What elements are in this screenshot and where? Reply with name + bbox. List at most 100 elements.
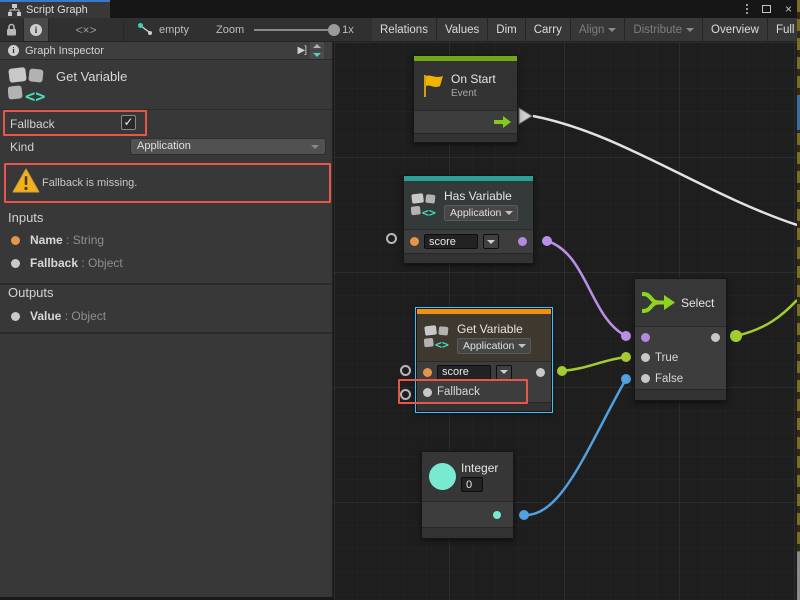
variable-kind-dropdown[interactable]: Application bbox=[457, 338, 531, 354]
variable-kind-dropdown[interactable]: Application bbox=[444, 205, 518, 221]
outputs-section-title: Outputs bbox=[8, 285, 54, 300]
fallback-input-port[interactable] bbox=[423, 388, 432, 397]
node-has-variable[interactable]: <> Has Variable Application score bbox=[403, 175, 534, 264]
align-button[interactable]: Align bbox=[571, 18, 625, 41]
lock-icon bbox=[6, 23, 17, 36]
full-screen-button[interactable]: Full Screen bbox=[768, 18, 800, 41]
node-port-row: False bbox=[635, 368, 726, 389]
node-title: Get Variable bbox=[457, 322, 531, 336]
graph-canvas[interactable]: On Start Event <> bbox=[334, 42, 797, 600]
chevron-down-icon bbox=[518, 344, 526, 348]
node-integer[interactable]: Integer 0 bbox=[421, 451, 514, 539]
tab-script-graph[interactable]: Script Graph bbox=[0, 0, 110, 18]
node-select[interactable]: Select True False bbox=[634, 278, 727, 401]
select-merge-icon bbox=[642, 289, 676, 316]
port-dot-icon bbox=[11, 312, 20, 321]
fallback-checkbox[interactable]: ✓ bbox=[121, 115, 136, 130]
tab-title: Script Graph bbox=[26, 4, 88, 16]
close-icon[interactable]: × bbox=[785, 3, 792, 15]
dim-button[interactable]: Dim bbox=[488, 18, 524, 41]
integer-output-port[interactable] bbox=[493, 511, 501, 519]
integer-value-field[interactable]: 0 bbox=[461, 477, 483, 492]
wire-select-output[interactable] bbox=[736, 300, 797, 336]
node-port-row bbox=[635, 326, 726, 347]
node-header: <> Has Variable Application bbox=[404, 181, 533, 229]
variable-name-dropdown[interactable] bbox=[483, 234, 499, 249]
inspector-toggle-button[interactable]: i bbox=[24, 18, 48, 41]
kind-dropdown[interactable]: Application bbox=[130, 138, 326, 155]
output-name: Value bbox=[30, 309, 61, 323]
true-input-port[interactable] bbox=[641, 353, 650, 362]
variables-toggle-button[interactable]: <×> bbox=[49, 18, 123, 41]
dock-panel-icon[interactable]: ▶] bbox=[298, 45, 306, 56]
node-port-row bbox=[422, 501, 513, 527]
node-title: On Start bbox=[451, 72, 496, 86]
wire-on-start[interactable] bbox=[533, 116, 797, 225]
node-on-start[interactable]: On Start Event bbox=[413, 55, 518, 143]
lock-button[interactable] bbox=[0, 18, 23, 41]
maximize-icon[interactable] bbox=[762, 5, 771, 13]
fallback-port-label: Fallback bbox=[437, 386, 480, 398]
variable-name-field[interactable]: score bbox=[437, 365, 491, 380]
spinner-up-button[interactable] bbox=[310, 42, 324, 50]
result-output-port[interactable] bbox=[518, 237, 527, 246]
graph-inspector-panel: i Graph Inspector ▶] <> Get Variable Fal… bbox=[0, 42, 333, 598]
chevron-down-icon bbox=[311, 145, 319, 149]
fallback-option-label: Fallback bbox=[10, 117, 55, 131]
wire-endpoint bbox=[621, 374, 631, 384]
input-name: Fallback bbox=[30, 256, 78, 270]
distribute-button[interactable]: Distribute bbox=[625, 18, 702, 41]
unconnected-port-ring[interactable] bbox=[400, 389, 411, 400]
wire-endpoint bbox=[621, 331, 631, 341]
graph-toolbar: i <×> empty Zoom 1x Relations Values Dim… bbox=[0, 18, 800, 42]
node-footer bbox=[404, 253, 533, 263]
wire-get-variable-to-select-true[interactable] bbox=[562, 357, 626, 371]
node-subtitle: Event bbox=[451, 88, 496, 99]
node-footer bbox=[417, 402, 551, 411]
unconnected-port-ring[interactable] bbox=[386, 233, 397, 244]
node-title: Has Variable bbox=[444, 189, 518, 203]
zoom-slider[interactable] bbox=[254, 29, 338, 31]
flow-output-port[interactable] bbox=[494, 116, 511, 128]
inspector-title: Graph Inspector bbox=[25, 45, 104, 57]
variable-icon: <> bbox=[8, 65, 50, 105]
node-header: <> Get Variable Application bbox=[417, 314, 551, 361]
output-type: : Object bbox=[65, 309, 106, 323]
spinner-down-button[interactable] bbox=[310, 51, 324, 59]
tab-bar: Script Graph × bbox=[0, 0, 800, 18]
unconnected-port-ring[interactable] bbox=[400, 365, 411, 376]
overview-button[interactable]: Overview bbox=[703, 18, 767, 41]
wire-has-variable-to-select[interactable] bbox=[547, 241, 626, 336]
menu-icon[interactable] bbox=[746, 4, 748, 14]
values-button[interactable]: Values bbox=[437, 18, 487, 41]
carry-button[interactable]: Carry bbox=[526, 18, 570, 41]
flag-icon bbox=[421, 74, 446, 98]
zoom-slider-thumb[interactable] bbox=[328, 24, 340, 36]
kind-option-label: Kind bbox=[10, 140, 34, 154]
node-port-row: score bbox=[417, 361, 551, 382]
name-input-port[interactable] bbox=[423, 368, 432, 377]
node-title: Select bbox=[681, 296, 714, 310]
port-dot-icon bbox=[11, 259, 20, 268]
value-output-port[interactable] bbox=[536, 368, 545, 377]
divider bbox=[0, 332, 332, 334]
relations-button[interactable]: Relations bbox=[372, 18, 436, 41]
graph-breadcrumb[interactable]: empty bbox=[138, 18, 189, 41]
true-port-label: True bbox=[655, 352, 678, 364]
node-header: Integer 0 bbox=[422, 452, 513, 501]
node-port-row: True bbox=[635, 347, 726, 368]
variable-name-dropdown[interactable] bbox=[496, 365, 512, 380]
selection-output-port[interactable] bbox=[711, 333, 720, 342]
chevron-down-icon bbox=[487, 240, 495, 244]
variable-name-field[interactable]: score bbox=[424, 234, 478, 249]
toolbar-buttons: Relations Values Dim Carry Align Distrib… bbox=[372, 18, 797, 41]
warning-text: Fallback is missing. bbox=[42, 177, 137, 189]
node-port-row: Fallback bbox=[417, 382, 551, 402]
node-get-variable[interactable]: <> Get Variable Application score Fa bbox=[416, 308, 552, 412]
false-port-label: False bbox=[655, 373, 683, 385]
condition-input-port[interactable] bbox=[641, 333, 650, 342]
false-input-port[interactable] bbox=[641, 374, 650, 383]
input-row-name: Name : String bbox=[0, 232, 332, 252]
node-port-row bbox=[414, 110, 517, 133]
name-input-port[interactable] bbox=[410, 237, 419, 246]
